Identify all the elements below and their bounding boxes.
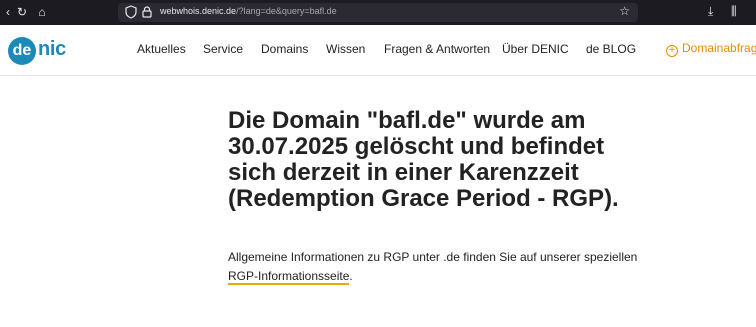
plus-circle-icon: + [666, 45, 678, 57]
nav-item-aktuelles[interactable]: Aktuelles [137, 42, 186, 56]
bookmark-star-icon[interactable]: ☆ [619, 4, 630, 18]
logo-circle: de [8, 37, 36, 65]
rgp-info-lead: Allgemeine Informationen zu RGP unter .d… [228, 250, 638, 264]
nav-item-domains[interactable]: Domains [261, 42, 308, 56]
url-path: /?lang=de&query=bafl.de [236, 6, 337, 16]
site-header: de nic Aktuelles Service Domains Wissen … [0, 25, 756, 76]
domainabfrage-link[interactable]: + Domainabfrage [666, 41, 756, 57]
nav-item-service[interactable]: Service [203, 42, 243, 56]
logo-text: nic [38, 38, 66, 60]
library-icon[interactable]: ⫼ [731, 4, 737, 19]
home-icon[interactable]: ⌂ [34, 4, 50, 20]
domain-status-headline: Die Domain "bafl.de" wurde am 30.07.2025… [228, 107, 619, 212]
url-text: webwhois.denic.de/?lang=de&query=bafl.de [160, 6, 337, 16]
browser-toolbar: ‹ ↻ ⌂ webwhois.denic.de/?lang=de&query=b… [0, 0, 756, 25]
address-bar[interactable]: webwhois.denic.de/?lang=de&query=bafl.de… [118, 3, 638, 22]
shield-icon [125, 5, 137, 19]
download-icon[interactable]: ⤓ [708, 4, 713, 19]
nav-item-fragen-antworten[interactable]: Fragen & Antworten [384, 42, 490, 56]
nav-item-ueber-denic[interactable]: Über DENIC [502, 42, 569, 56]
rgp-info-link[interactable]: RGP-Informationsseite [228, 269, 350, 285]
rgp-info-text: Allgemeine Informationen zu RGP unter .d… [228, 248, 648, 286]
nav-item-de-blog[interactable]: de BLOG [586, 42, 636, 56]
lock-icon[interactable] [140, 5, 154, 19]
rgp-info-end: . [349, 269, 353, 283]
domainabfrage-label: Domainabfrage [682, 41, 756, 55]
reload-icon[interactable]: ↻ [14, 4, 30, 20]
nav-item-wissen[interactable]: Wissen [326, 42, 365, 56]
url-host: webwhois.denic.de [160, 6, 237, 16]
